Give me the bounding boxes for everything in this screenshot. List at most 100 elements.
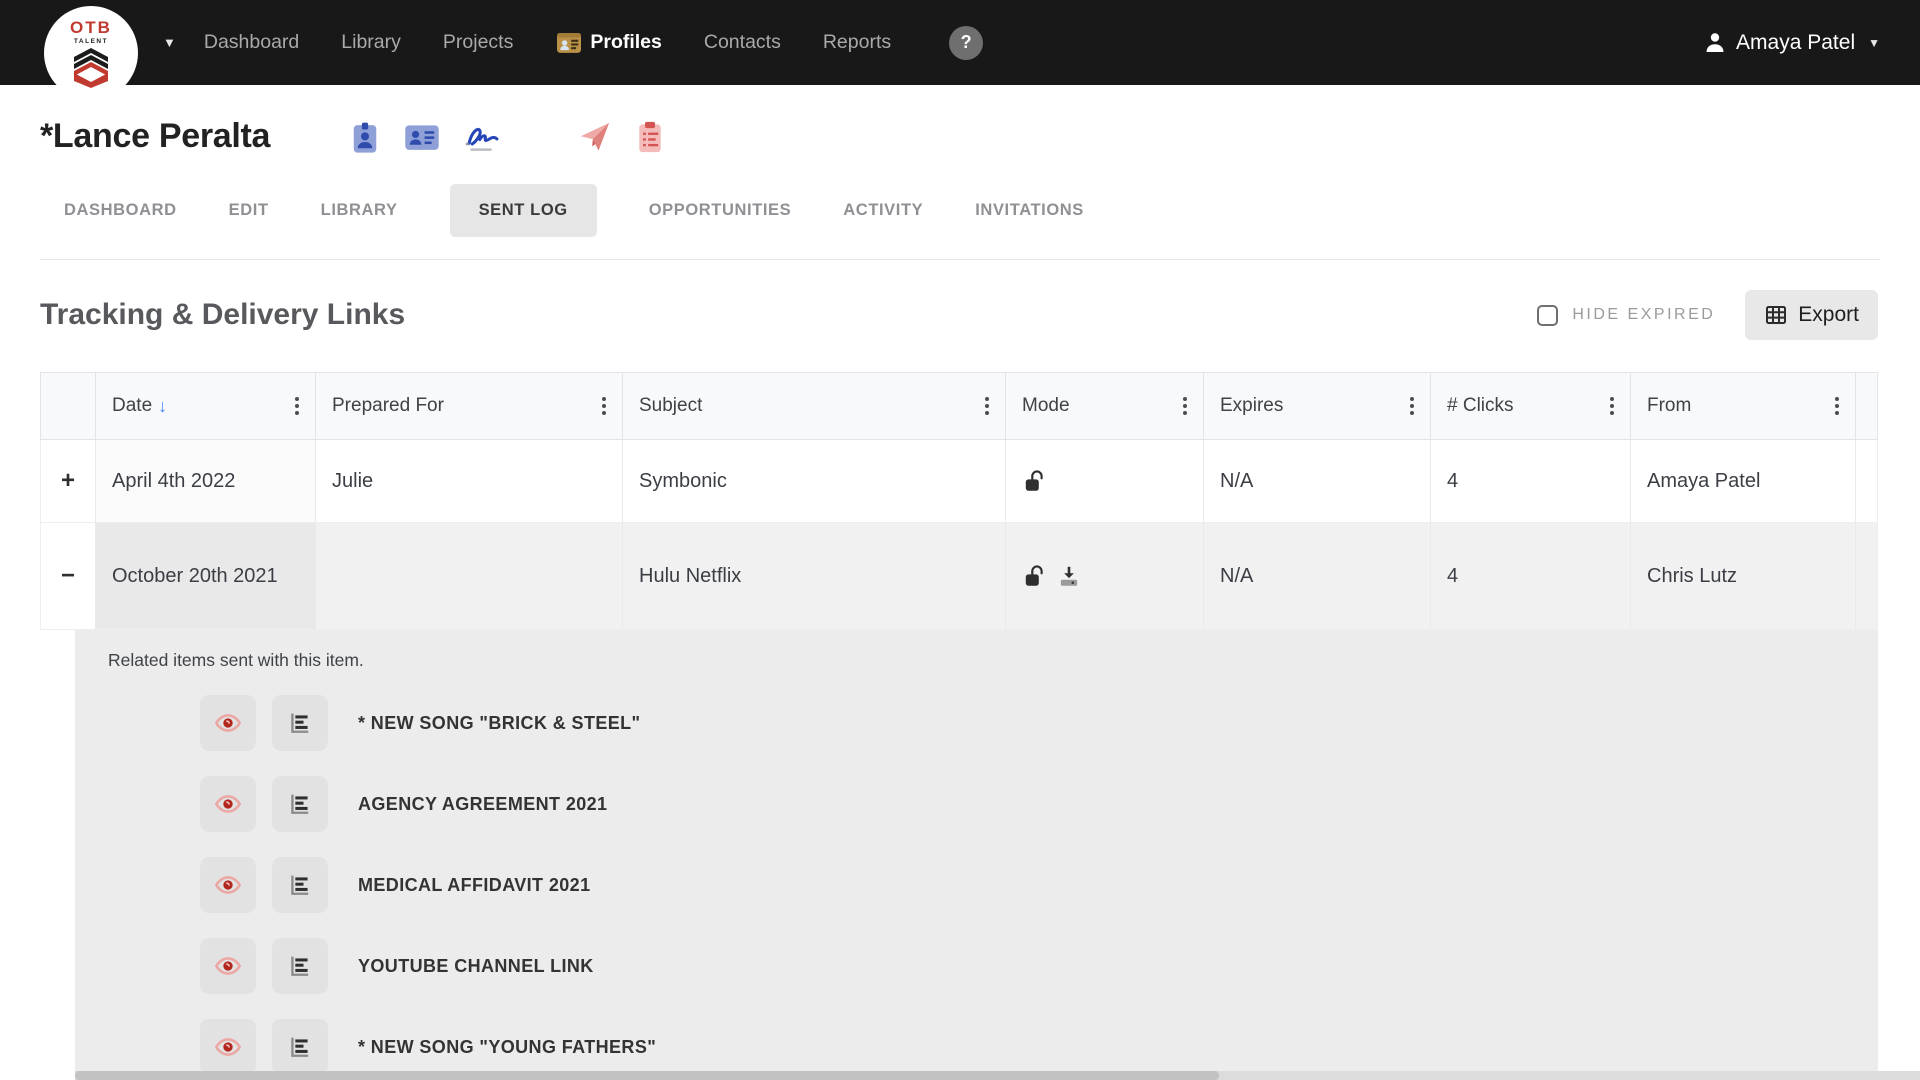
hide-expired-label: HIDE EXPIRED <box>1572 306 1715 324</box>
section-controls: HIDE EXPIRED Export <box>1537 290 1878 340</box>
column-menu-icon[interactable] <box>295 404 299 408</box>
related-item-title[interactable]: MEDICAL AFFIDAVIT 2021 <box>358 875 591 896</box>
preview-button[interactable] <box>200 1019 256 1075</box>
nav-item-projects[interactable]: Projects <box>443 31 513 54</box>
eye-icon <box>214 952 242 980</box>
nav-label: Contacts <box>704 31 781 54</box>
column-menu-icon[interactable] <box>602 404 606 408</box>
brand-caret-icon[interactable]: ▼ <box>163 35 176 50</box>
contact-card-icon <box>404 122 440 152</box>
subject-cell: Symbonic <box>623 440 1006 522</box>
related-item-title[interactable]: * NEW SONG "BRICK & STEEL" <box>358 713 640 734</box>
primary-nav: Dashboard Library Projects Profiles Cont… <box>204 26 983 60</box>
eye-icon <box>214 790 242 818</box>
table-row-expanded: − October 20th 2021 Hulu Netflix <box>40 523 1878 630</box>
details-log-button[interactable] <box>272 857 328 913</box>
nav-item-profiles[interactable]: Profiles <box>555 31 662 55</box>
column-header-prepared-for[interactable]: Prepared For <box>316 373 623 439</box>
mode-cell <box>1006 440 1204 522</box>
send-link-button[interactable] <box>578 120 612 154</box>
nav-item-contacts[interactable]: Contacts <box>704 31 781 54</box>
tab-edit[interactable]: EDIT <box>229 201 269 220</box>
tab-activity[interactable]: ACTIVITY <box>843 201 923 220</box>
tab-library[interactable]: LIBRARY <box>321 201 398 220</box>
row-spacer <box>1856 440 1879 522</box>
nav-item-reports[interactable]: Reports <box>823 31 891 54</box>
date-cell: April 4th 2022 <box>96 440 316 522</box>
document-log-icon <box>286 952 314 980</box>
column-header-date[interactable]: Date ↓ <box>96 373 316 439</box>
clipboard-icon <box>636 120 664 154</box>
user-menu[interactable]: Amaya Patel ▼ <box>1703 31 1880 55</box>
preview-button[interactable] <box>200 695 256 751</box>
column-menu-icon[interactable] <box>1410 404 1414 408</box>
row-expander-cell: + <box>41 440 96 522</box>
column-label: Prepared For <box>332 395 444 417</box>
preview-button[interactable] <box>200 938 256 994</box>
tab-invitations[interactable]: INVITATIONS <box>975 201 1084 220</box>
column-header-subject[interactable]: Subject <box>623 373 1006 439</box>
column-menu-icon[interactable] <box>985 404 989 408</box>
column-header-from[interactable]: From <box>1631 373 1856 439</box>
collapse-row-button[interactable]: − <box>61 562 75 590</box>
profile-actions <box>350 120 664 154</box>
column-menu-icon[interactable] <box>1183 404 1187 408</box>
brand-name: OTB <box>70 19 112 36</box>
tab-dashboard[interactable]: DASHBOARD <box>64 201 177 220</box>
brand-logo[interactable]: OTB TALENT <box>44 6 138 100</box>
table-header-row: Date ↓ Prepared For Subject Mode Expires <box>40 372 1878 440</box>
id-badge-icon <box>350 120 380 154</box>
tasks-clipboard-button[interactable] <box>636 120 664 154</box>
preview-button[interactable] <box>200 857 256 913</box>
column-label: Subject <box>639 395 702 417</box>
profile-header: *Lance Peralta <box>40 117 1880 156</box>
related-item-title[interactable]: AGENCY AGREEMENT 2021 <box>358 794 607 815</box>
sort-descending-icon[interactable]: ↓ <box>158 396 167 417</box>
help-icon[interactable]: ? <box>949 26 983 60</box>
details-log-button[interactable] <box>272 1019 328 1075</box>
related-items-list: * NEW SONG "BRICK & STEEL" <box>108 695 1878 1075</box>
from-value: Amaya Patel <box>1647 467 1760 496</box>
prepared-for-cell: Julie <box>316 440 623 522</box>
preview-button[interactable] <box>200 776 256 832</box>
column-menu-icon[interactable] <box>1835 404 1839 408</box>
nav-item-dashboard[interactable]: Dashboard <box>204 31 299 54</box>
id-badge-button[interactable] <box>350 120 380 154</box>
contact-card-button[interactable] <box>404 122 440 152</box>
related-item-title[interactable]: * NEW SONG "YOUNG FATHERS" <box>358 1037 656 1058</box>
signature-button[interactable] <box>464 121 502 153</box>
column-header-mode[interactable]: Mode <box>1006 373 1204 439</box>
details-log-button[interactable] <box>272 695 328 751</box>
column-label: Expires <box>1220 395 1283 417</box>
column-label: Date <box>112 395 152 417</box>
tab-opportunities[interactable]: OPPORTUNITIES <box>649 201 792 220</box>
profiles-card-icon <box>555 31 583 55</box>
eye-icon <box>214 709 242 737</box>
details-log-button[interactable] <box>272 938 328 994</box>
row-expander-cell: − <box>41 523 96 629</box>
column-header-expires[interactable]: Expires <box>1204 373 1431 439</box>
related-item-title[interactable]: YOUTUBE CHANNEL LINK <box>358 956 594 977</box>
column-header-clicks[interactable]: # Clicks <box>1431 373 1631 439</box>
scrollbar-thumb[interactable] <box>75 1071 1219 1080</box>
clicks-cell: 4 <box>1431 523 1631 629</box>
user-caret-icon: ▼ <box>1868 36 1880 50</box>
hide-expired-toggle[interactable]: HIDE EXPIRED <box>1537 305 1715 326</box>
brand: OTB TALENT <box>0 0 155 85</box>
from-cell: Amaya Patel <box>1631 440 1856 522</box>
column-menu-icon[interactable] <box>1610 404 1614 408</box>
tab-sent-log[interactable]: SENT LOG <box>450 184 597 237</box>
from-cell: Chris Lutz <box>1631 523 1856 629</box>
date-value: April 4th 2022 <box>112 467 235 496</box>
details-log-button[interactable] <box>272 776 328 832</box>
profile-tabs: DASHBOARD EDIT LIBRARY SENT LOG OPPORTUN… <box>64 184 1880 237</box>
expand-row-button[interactable]: + <box>61 467 75 495</box>
page-title: *Lance Peralta <box>40 117 270 156</box>
hide-expired-checkbox[interactable] <box>1537 305 1558 326</box>
sent-log-table: Date ↓ Prepared For Subject Mode Expires <box>40 372 1878 1080</box>
panel-gutter <box>40 630 75 1080</box>
nav-item-library[interactable]: Library <box>341 31 401 54</box>
export-button[interactable]: Export <box>1745 290 1878 340</box>
horizontal-scrollbar[interactable] <box>75 1071 1920 1080</box>
brand-subtitle: TALENT <box>74 38 108 45</box>
